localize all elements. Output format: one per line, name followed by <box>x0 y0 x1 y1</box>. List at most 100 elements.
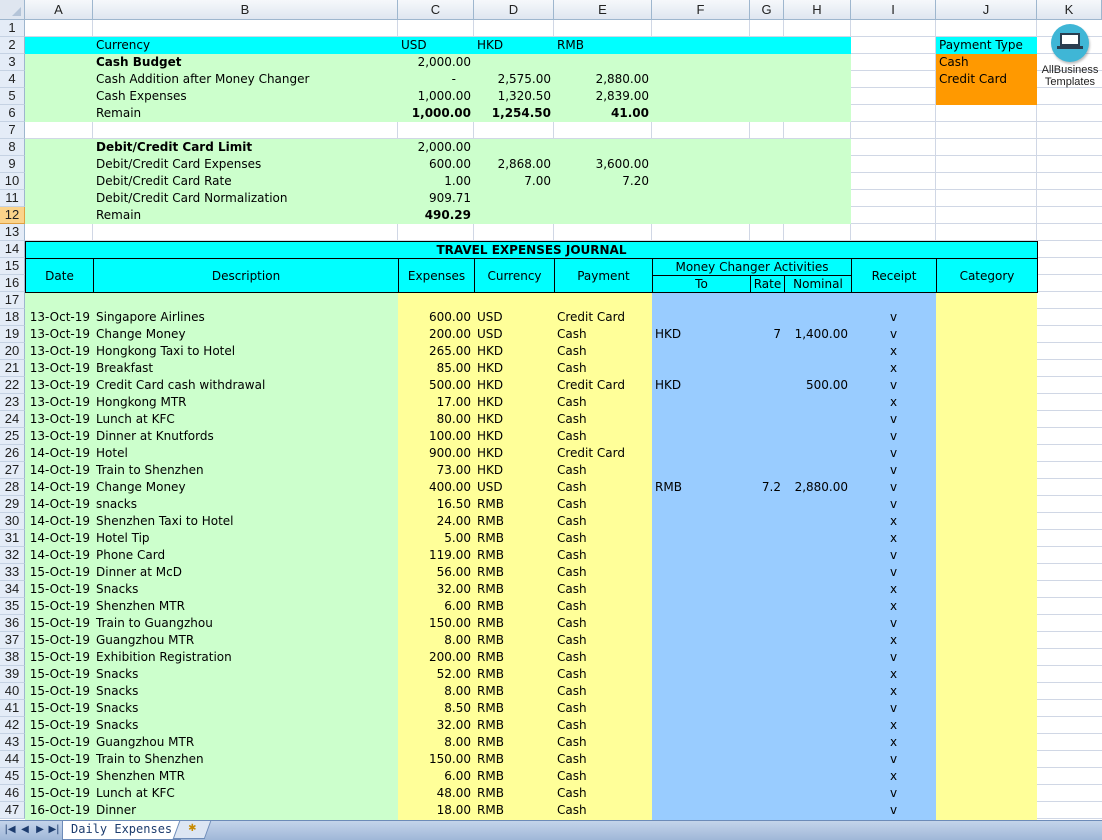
cash-budget-usd[interactable]: 2,000.00 <box>398 54 474 71</box>
expense-amount-cell[interactable]: 150.00 <box>398 615 474 632</box>
receipt-cell[interactable]: x <box>851 360 936 377</box>
row-header[interactable]: 32 <box>0 547 25 564</box>
payment-cell[interactable]: Cash <box>554 734 590 751</box>
currency-cell[interactable]: RMB <box>474 785 507 802</box>
description-cell[interactable]: Snacks <box>93 717 141 734</box>
payment-type-header[interactable]: Payment Type <box>936 37 1026 54</box>
payment-cell[interactable]: Credit Card <box>554 309 628 326</box>
changer-nominal-cell[interactable]: 500.00 <box>784 377 851 394</box>
receipt-cell[interactable]: x <box>851 734 936 751</box>
changer-nominal-cell[interactable] <box>784 530 851 547</box>
changer-nominal-cell[interactable] <box>784 513 851 530</box>
select-all-button[interactable] <box>0 0 25 20</box>
last-sheet-icon[interactable]: ▶| <box>47 824 61 835</box>
currency-cell[interactable]: RMB <box>474 700 507 717</box>
changer-nominal-cell[interactable] <box>784 802 851 819</box>
description-cell[interactable]: Train to Guangzhou <box>93 615 216 632</box>
card-rate-hkd[interactable]: 7.00 <box>474 173 554 190</box>
payment-cell[interactable]: Cash <box>554 581 590 598</box>
changer-to-cell[interactable] <box>652 411 658 428</box>
changer-rate-cell[interactable] <box>750 615 784 632</box>
currency-cell[interactable]: HKD <box>474 394 506 411</box>
date-cell[interactable]: 15-Oct-19 <box>25 700 93 717</box>
changer-rate-cell[interactable] <box>750 343 784 360</box>
payment-cell[interactable]: Cash <box>554 615 590 632</box>
changer-to-cell[interactable] <box>652 513 658 530</box>
changer-rate-cell[interactable] <box>750 309 784 326</box>
changer-rate-cell[interactable] <box>750 496 784 513</box>
description-cell[interactable]: Train to Shenzhen <box>93 751 207 768</box>
currency-cell[interactable]: RMB <box>474 564 507 581</box>
date-cell[interactable]: 13-Oct-19 <box>25 343 93 360</box>
changer-to-cell[interactable] <box>652 309 658 326</box>
description-cell[interactable]: Singapore Airlines <box>93 309 208 326</box>
payment-cell[interactable]: Cash <box>554 394 590 411</box>
date-cell[interactable]: 14-Oct-19 <box>25 513 93 530</box>
cash-remain-hkd[interactable]: 1,254.50 <box>474 105 554 122</box>
card-remain-label[interactable]: Remain <box>93 207 144 224</box>
changer-to-cell[interactable] <box>652 360 658 377</box>
cash-expenses-hkd[interactable]: 1,320.50 <box>474 88 554 105</box>
currency-cell[interactable]: HKD <box>474 462 506 479</box>
changer-rate-cell[interactable] <box>750 360 784 377</box>
payment-cell[interactable]: Cash <box>554 462 590 479</box>
description-cell[interactable]: Snacks <box>93 683 141 700</box>
payment-cell[interactable]: Cash <box>554 479 590 496</box>
date-cell[interactable]: 13-Oct-19 <box>25 309 93 326</box>
column-header-a[interactable]: A <box>25 0 93 20</box>
description-cell[interactable]: Phone Card <box>93 547 168 564</box>
expense-amount-cell[interactable]: 85.00 <box>398 360 474 377</box>
row-header[interactable]: 40 <box>0 683 25 700</box>
expense-amount-cell[interactable]: 500.00 <box>398 377 474 394</box>
expense-amount-cell[interactable]: 265.00 <box>398 343 474 360</box>
expense-amount-cell[interactable]: 18.00 <box>398 802 474 819</box>
column-header-c[interactable]: C <box>398 0 474 20</box>
date-cell[interactable]: 15-Oct-19 <box>25 768 93 785</box>
row-header[interactable]: 44 <box>0 751 25 768</box>
row-header[interactable]: 38 <box>0 649 25 666</box>
date-cell[interactable]: 16-Oct-19 <box>25 802 93 819</box>
receipt-cell[interactable]: x <box>851 666 936 683</box>
currency-usd[interactable]: USD <box>398 37 430 54</box>
expense-amount-cell[interactable]: 24.00 <box>398 513 474 530</box>
currency-cell[interactable]: USD <box>474 479 506 496</box>
currency-cell[interactable]: HKD <box>474 360 506 377</box>
expense-amount-cell[interactable]: 100.00 <box>398 428 474 445</box>
receipt-cell[interactable]: v <box>851 411 936 428</box>
row-header[interactable]: 18 <box>0 309 25 326</box>
changer-nominal-cell[interactable] <box>784 632 851 649</box>
payment-cell[interactable]: Cash <box>554 428 590 445</box>
payment-cell[interactable]: Cash <box>554 513 590 530</box>
expense-amount-cell[interactable]: 900.00 <box>398 445 474 462</box>
description-cell[interactable]: Lunch at KFC <box>93 411 178 428</box>
row-header[interactable]: 12 <box>0 207 25 224</box>
description-cell[interactable]: Lunch at KFC <box>93 785 178 802</box>
currency-cell[interactable]: RMB <box>474 649 507 666</box>
row-header[interactable]: 31 <box>0 530 25 547</box>
changer-to-cell[interactable] <box>652 564 658 581</box>
description-cell[interactable]: Dinner at McD <box>93 564 185 581</box>
changer-rate-cell[interactable] <box>750 734 784 751</box>
changer-nominal-cell[interactable] <box>784 309 851 326</box>
receipt-cell[interactable]: x <box>851 598 936 615</box>
payment-cell[interactable]: Cash <box>554 717 590 734</box>
changer-to-cell[interactable] <box>652 802 658 819</box>
receipt-cell[interactable]: v <box>851 445 936 462</box>
changer-to-cell[interactable] <box>652 649 658 666</box>
payment-cell[interactable]: Cash <box>554 326 590 343</box>
payment-type-cash[interactable]: Cash <box>936 54 972 71</box>
row-header[interactable]: 13 <box>0 224 25 241</box>
receipt-cell[interactable]: x <box>851 513 936 530</box>
prev-sheet-icon[interactable]: ◀ <box>18 824 32 835</box>
cash-budget-label[interactable]: Cash Budget <box>93 54 185 71</box>
changer-nominal-cell[interactable]: 2,880.00 <box>784 479 851 496</box>
payment-cell[interactable]: Cash <box>554 496 590 513</box>
row-header[interactable]: 4 <box>0 71 25 88</box>
col-header-receipt[interactable]: Receipt <box>851 258 937 293</box>
changer-to-cell[interactable] <box>652 666 658 683</box>
changer-to-cell[interactable] <box>652 462 658 479</box>
card-expenses-hkd[interactable]: 2,868.00 <box>474 156 554 173</box>
payment-cell[interactable]: Cash <box>554 530 590 547</box>
col-header-category[interactable]: Category <box>936 258 1038 293</box>
expense-amount-cell[interactable]: 8.00 <box>398 734 474 751</box>
